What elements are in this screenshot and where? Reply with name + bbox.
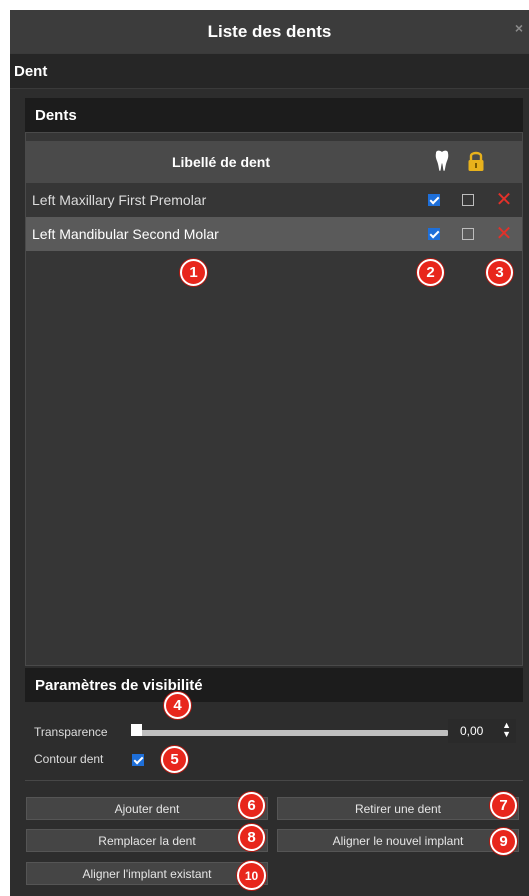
- column-header-label[interactable]: Libellé de dent: [26, 141, 416, 183]
- visibility-checkbox[interactable]: [428, 228, 440, 240]
- tooth-label: Left Mandibular Second Molar: [32, 226, 219, 242]
- delete-x-icon[interactable]: ✕: [495, 223, 513, 245]
- table-header: Libellé de dent: [26, 141, 522, 183]
- transparence-value: 0,00: [460, 724, 484, 738]
- lock-checkbox[interactable]: [462, 228, 474, 240]
- visibility-header: Paramètres de visibilité: [25, 668, 523, 702]
- callout-badge-1: 1: [180, 259, 207, 286]
- transparence-slider-track[interactable]: [140, 730, 448, 736]
- table-row[interactable]: Left Mandibular Second Molar ✕: [26, 217, 522, 251]
- teeth-table: Libellé de dent Left Maxillary First Pre…: [25, 132, 523, 666]
- transparence-slider-handle[interactable]: [131, 724, 142, 736]
- add-tooth-button[interactable]: Ajouter dent: [26, 797, 268, 820]
- window-titlebar: Liste des dents ×: [10, 10, 529, 53]
- tooth-icon: [435, 150, 449, 171]
- delete-x-icon[interactable]: ✕: [495, 189, 513, 211]
- visibility-checkbox[interactable]: [428, 194, 440, 206]
- window-title: Liste des dents: [207, 21, 332, 41]
- callout-badge-5: 5: [161, 746, 188, 773]
- close-icon[interactable]: ×: [515, 20, 523, 36]
- tooth-label: Left Maxillary First Premolar: [32, 192, 207, 208]
- contour-label: Contour dent: [34, 752, 104, 766]
- callout-badge-8: 8: [238, 824, 265, 851]
- callout-badge-9: 9: [490, 828, 517, 855]
- remove-tooth-button[interactable]: Retirer une dent: [277, 797, 519, 820]
- divider: [25, 780, 523, 781]
- transparence-spinbox[interactable]: 0,00 ▲ ▼: [448, 719, 516, 743]
- table-row[interactable]: Left Maxillary First Premolar ✕: [26, 183, 522, 217]
- callout-badge-2: 2: [417, 259, 444, 286]
- contour-checkbox[interactable]: [132, 754, 144, 766]
- callout-badge-4: 4: [164, 692, 191, 719]
- lock-checkbox[interactable]: [462, 194, 474, 206]
- teeth-group-header: Dents: [25, 98, 523, 132]
- callout-badge-6: 6: [238, 792, 265, 819]
- align-existing-implant-button[interactable]: Aligner l'implant existant: [26, 862, 268, 885]
- replace-tooth-button[interactable]: Remplacer la dent: [26, 829, 268, 852]
- align-new-implant-button[interactable]: Aligner le nouvel implant: [277, 829, 519, 852]
- section-dent[interactable]: Dent: [10, 53, 529, 89]
- callout-badge-3: 3: [486, 259, 513, 286]
- teeth-group-title: Dents: [35, 106, 77, 124]
- visibility-title: Paramètres de visibilité: [35, 676, 203, 694]
- lock-icon: [468, 151, 484, 171]
- callout-badge-10: 10: [237, 861, 266, 890]
- spin-arrows-icon[interactable]: ▲ ▼: [502, 721, 511, 739]
- callout-badge-7: 7: [490, 792, 517, 819]
- transparence-label: Transparence: [34, 725, 108, 739]
- section-title: Dent: [14, 62, 48, 80]
